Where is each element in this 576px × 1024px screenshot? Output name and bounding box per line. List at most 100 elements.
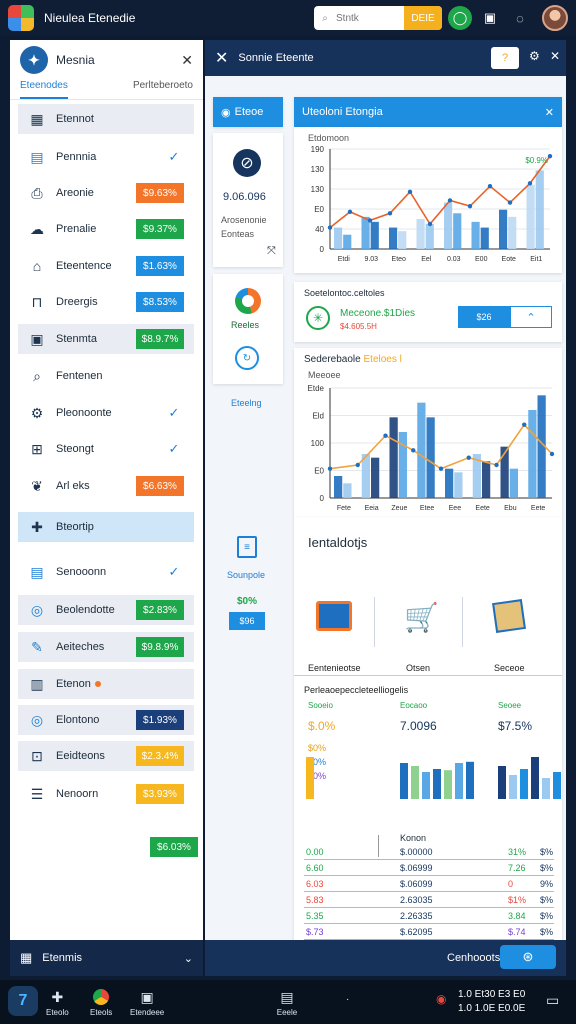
line-point [407,189,413,195]
sidebar-item[interactable]: ❦ Arl eks $6.63% [18,471,194,501]
table-cell: 2.63035 [400,895,433,905]
sidebar-item[interactable]: ▦ Etennot [18,104,194,134]
sidebar-item[interactable]: ☰ Nenoorn $3.93% [18,779,194,809]
sidebar-item[interactable]: ⊡ Eeidteons $2.3.4% [18,741,194,771]
sidebar-item[interactable]: ▥ Etenon [18,669,194,699]
list-icon: ▤ [30,148,44,165]
sidebar-item[interactable]: ⌂ Eteentence $1.63% [18,251,194,281]
taskbar-item-3[interactable]: ▣ Etendeee [130,986,165,1018]
taskbar-item-2[interactable]: Eteols [90,986,112,1017]
chart2-card: Sederebaole Eteloes l Meeoee Etde Eld 100 E… [294,348,562,518]
left-column-header[interactable]: ◉ Eteoe [213,97,283,127]
sidebar-item[interactable]: ✎ Aeiteches $9.8.9% [18,632,194,662]
footer-action-button[interactable]: ⊛ [500,945,556,969]
refresh-icon[interactable]: ↻ [235,346,259,370]
line-point [527,181,533,186]
bag-icon: ⊓ [31,293,43,310]
line-point [427,221,433,227]
status-panel: Soetelontoc.celtoles ✳ Meceone.$1Dies $4… [294,282,562,342]
tab-primary[interactable]: Eteenodes [20,80,68,99]
sidebar-item[interactable]: ⊓ Dreergis $8.53% [18,287,194,317]
chevron-down-icon[interactable]: ⌄ [184,952,193,965]
bar [528,410,537,498]
star-logo-icon: ✦ [20,46,48,74]
gear-icon: ⚙ [30,404,44,421]
x-tick-label: Eel [421,256,432,263]
notification-icon[interactable]: ▭ [546,992,559,1009]
close-icon[interactable]: ✕ [550,49,560,63]
help-button[interactable]: ? [491,47,519,69]
bar [398,432,407,498]
sidebar-item[interactable]: ⚙ Pleonoonte ✓ [18,398,194,428]
cart-icon[interactable] [316,601,352,631]
chat-bubble-icon[interactable]: ◌ [508,6,532,30]
status-badge: $6.63% [136,476,184,496]
close-icon[interactable]: ✕ [545,106,554,119]
shopping-cart-icon[interactable]: 🛒 [404,601,439,634]
document-icon[interactable]: ≡ [237,536,257,558]
col3-label: Seoee [498,701,522,710]
status-sub: $4.605.5H [340,322,377,331]
main-footer-label: Cenhooots [447,952,501,964]
bar [398,231,407,249]
sidebar-footer[interactable]: ▦ Etenmis ⌄ [10,940,203,976]
taskbar-item-4[interactable]: ▤ Eeele [276,986,298,1018]
line-point [447,198,453,203]
bar [508,216,517,249]
status-button[interactable]: $26 [458,306,510,328]
table-cell: 6.03 [306,879,324,889]
search-button[interactable]: DEIE [404,6,442,30]
window-icon: ▤ [280,988,294,1005]
bar [416,219,425,249]
sidebar-item[interactable]: ⊞ Steongt ✓ [18,434,194,464]
avatar[interactable] [542,5,568,31]
start-icon[interactable]: 7 [8,986,38,1016]
sidebar-item[interactable]: ⌕ Fentenen [18,361,194,391]
package-icon[interactable] [492,599,526,633]
sidebar-item[interactable]: ◎ Beolendotte $2.83% [18,595,194,625]
status-panel-title: Soetelontoc.celtoles [304,288,385,298]
line-point [466,455,471,460]
table-row-divider [304,875,554,876]
y-tick-label: E0 [314,205,324,214]
sidebar-item[interactable]: ▣ Stenmta $8.9.7% [18,324,194,354]
puzzle-icon: ✚ [51,988,64,1005]
bar [482,461,491,498]
link-label[interactable]: Eteelng [231,398,262,408]
system-clock: 1.0 Et30 E3 E0 1.0 1.0E E0.0E [458,988,525,1016]
search-box: ⌕ DEIE [314,6,442,30]
sidebar-item[interactable]: ☁ Prenalie $9.37% [18,214,194,244]
taskbar-item-1[interactable]: ✚ Eteolo [46,986,69,1018]
clock-line-1: 1.0 Et30 E3 E0 [458,989,526,1000]
gear-icon[interactable]: ⚙ [529,49,540,63]
taskbar-label-2: Eteols [90,1008,113,1017]
line-point [327,466,333,471]
sidebar-item[interactable]: ▤ Pennnia ✓ [18,142,194,172]
x-tick-label: Etdi [338,256,351,263]
y-tick-label: 190 [311,145,325,154]
tab-secondary[interactable]: Perlteberoeto [133,80,193,99]
x-tick-label: 0.03 [447,256,461,263]
y-tick-label: 40 [315,225,324,234]
clipboard-icon[interactable]: ▣ [478,6,502,30]
sidebar-item[interactable]: ⎙ Areonie $9.63% [18,178,194,208]
chevron-up-icon[interactable]: ⌃ [510,306,552,328]
box-icon: ▣ [30,330,44,347]
taskbar-label-3: Etendeee [130,1008,165,1017]
sidebar-item[interactable]: ◎ Elontono $1.93% [18,705,194,735]
table-row-divider [304,859,554,860]
small-value-button[interactable]: $96 [229,612,265,630]
sidebar-item-label: Pleonoonte [56,407,112,419]
line-point [507,200,513,205]
pin-icon[interactable]: ⤧ [267,245,276,258]
close-icon[interactable]: ✕ [181,52,193,69]
bar [466,761,474,799]
sidebar-item-label: Areonie [56,187,94,199]
sidebar-item-label: Prenalie [56,223,97,235]
bar [389,227,398,249]
sidebar-item[interactable]: ✚ Bteortip [18,512,194,542]
grid-icon: ▦ [20,950,33,965]
sidebar-item[interactable]: ▤ Senooonn ✓ [18,557,194,587]
status-circle-icon[interactable]: ◯ [448,6,472,30]
alert-icon[interactable]: ◉ [436,992,446,1006]
